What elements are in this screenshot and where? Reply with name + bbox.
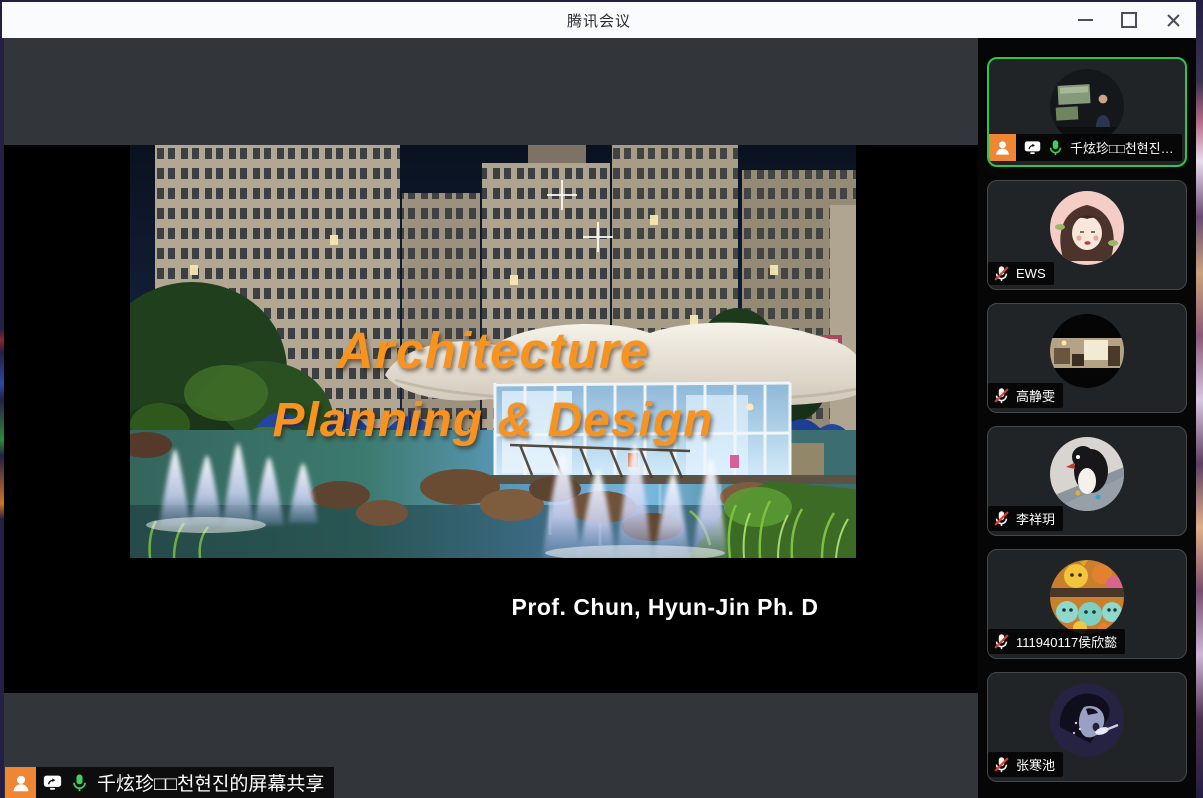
participant-tile-1[interactable]: 千炫珍□□천현진… <box>987 57 1187 167</box>
minimize-button[interactable] <box>1070 5 1100 35</box>
participant-badge: 千炫珍□□천현진… <box>989 134 1182 161</box>
window-controls <box>1070 2 1188 38</box>
shared-screen-stage: Architecture Planning & Design Prof. Chu… <box>4 38 978 798</box>
slide-title-line2: Planning & Design <box>130 397 856 445</box>
participant-name: 111940117侯欣懿 <box>1016 632 1117 651</box>
participant-tile-3[interactable]: 高静雯 <box>987 303 1187 413</box>
close-button[interactable] <box>1158 5 1188 35</box>
window-titlebar[interactable]: 腾讯会议 <box>2 2 1196 38</box>
participant-badge: EWS <box>988 262 1054 285</box>
avatar <box>1050 191 1124 265</box>
mic-muted-icon <box>993 387 1010 404</box>
mic-muted-icon <box>993 756 1010 773</box>
mic-on-icon <box>1047 139 1064 156</box>
screen-share-banner-text: 千炫珍□□천현진的屏幕共享 <box>97 769 324 796</box>
window-title: 腾讯会议 <box>567 10 631 31</box>
participant-badge: 李祥玥 <box>988 506 1063 531</box>
participant-badge: 高静雯 <box>988 383 1063 408</box>
participant-badge: 张寒池 <box>988 752 1063 777</box>
avatar <box>1050 69 1124 143</box>
participant-name: 张寒池 <box>1016 755 1055 774</box>
screen-share-banner: 千炫珍□□천현진的屏幕共享 <box>5 767 334 798</box>
desktop-edge-right <box>1196 2 1203 798</box>
host-person-icon <box>989 134 1016 161</box>
participant-tile-6[interactable]: 张寒池 <box>987 672 1187 782</box>
participant-name: EWS <box>1016 266 1046 281</box>
host-person-icon <box>5 767 36 798</box>
mic-muted-icon <box>993 265 1010 282</box>
participant-name: 高静雯 <box>1016 386 1055 405</box>
mic-muted-icon <box>993 633 1010 650</box>
avatar <box>1050 560 1124 634</box>
participant-tile-4[interactable]: 李祥玥 <box>987 426 1187 536</box>
close-icon <box>1166 13 1181 28</box>
participant-badge: 111940117侯欣懿 <box>988 629 1125 654</box>
avatar <box>1050 314 1124 388</box>
maximize-icon <box>1121 12 1137 28</box>
screen-share-banner-bar: 千炫珍□□천현진的屏幕共享 <box>36 767 334 798</box>
slide-author: Prof. Chun, Hyun-Jin Ph. D <box>465 594 865 621</box>
avatar <box>1050 437 1124 511</box>
slide-title-line1: Architecture <box>130 325 856 376</box>
avatar <box>1050 683 1124 757</box>
maximize-button[interactable] <box>1114 5 1144 35</box>
participants-sidebar[interactable]: 千炫珍□□천현진… EWS <box>978 38 1196 798</box>
participant-tile-2[interactable]: EWS <box>987 180 1187 290</box>
shared-screen: Architecture Planning & Design Prof. Chu… <box>4 145 978 693</box>
mic-on-icon <box>70 773 89 792</box>
participant-name: 千炫珍□□천현진… <box>1070 138 1174 157</box>
participant-tile-5[interactable]: 111940117侯欣懿 <box>987 549 1187 659</box>
participant-name: 李祥玥 <box>1016 509 1055 528</box>
screen-share-icon <box>1024 139 1041 156</box>
slide-title: Architecture Planning & Design <box>130 325 856 445</box>
mic-muted-icon <box>993 510 1010 527</box>
screen-share-icon <box>43 773 62 792</box>
minimize-icon <box>1078 19 1093 21</box>
